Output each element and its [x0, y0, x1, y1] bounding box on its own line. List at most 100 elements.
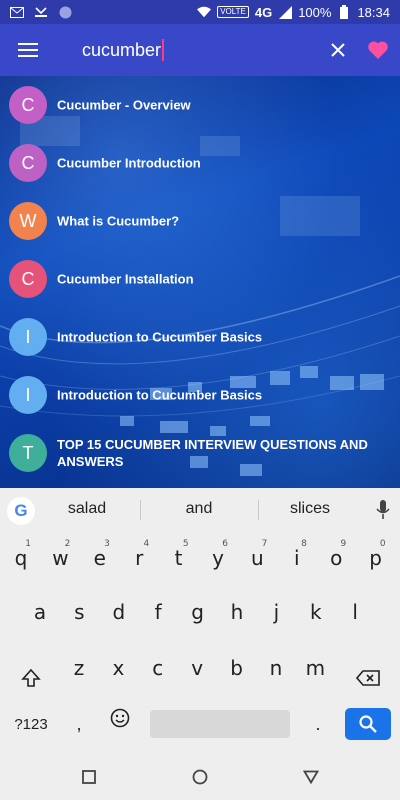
item-title: Introduction to Cucumber Basics — [57, 329, 263, 345]
key-label: r — [135, 546, 144, 570]
shift-key[interactable] — [12, 656, 50, 700]
list-item[interactable]: I Introduction to Cucumber Basics — [0, 308, 400, 366]
key-j[interactable]: j — [258, 590, 294, 634]
key-label: q — [14, 546, 28, 570]
key-hint: 3 — [104, 539, 110, 549]
key-hint: 2 — [64, 539, 71, 549]
battery-percent: 100% — [298, 4, 332, 20]
avatar: I — [9, 376, 47, 414]
key-r[interactable]: 4r — [121, 536, 157, 580]
key-m[interactable]: m — [297, 646, 333, 690]
circle-icon — [192, 769, 208, 785]
item-title: TOP 15 CUCUMBER INTERVIEW QUESTIONS AND … — [57, 437, 368, 469]
list-item[interactable]: W What is Cucumber? — [0, 192, 400, 250]
period-key[interactable]: . — [305, 710, 331, 738]
list-item[interactable]: I Introduction to Cucumber Basics — [0, 366, 400, 424]
menu-button[interactable] — [0, 24, 56, 76]
mic-icon[interactable] — [376, 500, 390, 525]
suggestion[interactable]: slices — [265, 500, 355, 518]
hamburger-icon — [18, 43, 38, 57]
heart-icon — [368, 41, 388, 59]
suggestion[interactable]: and — [154, 500, 244, 518]
key-n[interactable]: n — [258, 646, 294, 690]
app-bar: cucumber — [0, 24, 400, 76]
search-input[interactable]: cucumber — [82, 39, 165, 61]
item-title: Cucumber Installation — [57, 271, 194, 287]
key-b[interactable]: b — [219, 646, 255, 690]
system-nav-bar — [0, 754, 400, 800]
key-i[interactable]: 8i — [279, 536, 315, 580]
shift-icon — [21, 668, 41, 687]
status-bar: VOLTE 4G 100% 18:34 — [0, 0, 400, 24]
key-label: e — [93, 546, 106, 570]
symbols-key[interactable]: ?123 — [6, 710, 56, 738]
key-hint: 0 — [379, 539, 386, 549]
key-label: i — [294, 546, 300, 570]
favorites-button[interactable] — [360, 24, 396, 76]
key-label: p — [369, 546, 382, 570]
key-d[interactable]: d — [101, 590, 137, 634]
key-s[interactable]: s — [61, 590, 97, 634]
emoji-icon — [110, 708, 130, 728]
key-hint: 7 — [261, 539, 268, 549]
clear-search-button[interactable] — [320, 24, 356, 76]
key-w[interactable]: 2w — [42, 536, 78, 580]
key-o[interactable]: 9o — [318, 536, 354, 580]
item-title: Cucumber - Overview — [57, 97, 191, 113]
backspace-icon — [356, 670, 380, 686]
list-item[interactable]: C Cucumber Introduction — [0, 134, 400, 192]
key-c[interactable]: c — [140, 646, 176, 690]
divider — [140, 500, 141, 520]
suggestion[interactable]: salad — [42, 500, 132, 518]
key-e[interactable]: 3e — [82, 536, 118, 580]
key-h[interactable]: h — [219, 590, 255, 634]
key-l[interactable]: l — [337, 590, 373, 634]
space-key[interactable] — [150, 710, 290, 738]
volte-badge: VOLTE — [217, 6, 249, 18]
key-v[interactable]: v — [179, 646, 215, 690]
key-t[interactable]: 5t — [161, 536, 197, 580]
search-results: C Cucumber - Overview C Cucumber Introdu… — [0, 76, 400, 488]
key-hint: 4 — [143, 539, 150, 549]
key-q[interactable]: 1q — [3, 536, 39, 580]
wifi-icon — [197, 5, 212, 19]
avatar: I — [9, 318, 47, 356]
key-label: t — [174, 546, 183, 570]
text-cursor — [162, 39, 165, 61]
missed-call-icon — [34, 5, 48, 19]
key-k[interactable]: k — [298, 590, 334, 634]
item-title: Cucumber Introduction — [57, 155, 201, 171]
key-label: w — [52, 546, 69, 570]
key-p[interactable]: 0p — [358, 536, 394, 580]
list-item[interactable]: C Cucumber - Overview — [0, 76, 400, 134]
backspace-key[interactable] — [348, 656, 388, 700]
key-g[interactable]: g — [180, 590, 216, 634]
gmail-icon — [10, 5, 24, 19]
comma-key[interactable]: , — [66, 710, 92, 738]
emoji-key[interactable] — [102, 700, 138, 736]
signal-icon — [278, 5, 292, 19]
google-icon[interactable]: G — [7, 497, 35, 525]
key-label: u — [251, 546, 264, 570]
network-type: 4G — [254, 4, 273, 20]
key-hint: 6 — [222, 539, 228, 549]
key-z[interactable]: z — [61, 646, 97, 690]
key-x[interactable]: x — [100, 646, 136, 690]
soft-keyboard: G salad and slices 1q2w3e4r5t6y7u8i9o0p … — [0, 488, 400, 754]
avatar: W — [9, 202, 47, 240]
key-a[interactable]: a — [22, 590, 58, 634]
home-button[interactable] — [189, 766, 211, 788]
list-item[interactable]: C Cucumber Installation — [0, 250, 400, 308]
recents-button[interactable] — [78, 766, 100, 788]
key-hint: 8 — [301, 539, 307, 549]
key-hint: 1 — [25, 539, 31, 549]
triangle-icon — [303, 770, 319, 784]
search-key[interactable] — [345, 708, 391, 740]
list-item[interactable]: T TOP 15 CUCUMBER INTERVIEW QUESTIONS AN… — [0, 424, 400, 482]
back-button[interactable] — [300, 766, 322, 788]
key-f[interactable]: f — [140, 590, 176, 634]
key-u[interactable]: 7u — [239, 536, 275, 580]
key-label: o — [330, 546, 343, 570]
key-hint: 9 — [340, 539, 347, 549]
key-y[interactable]: 6y — [200, 536, 236, 580]
